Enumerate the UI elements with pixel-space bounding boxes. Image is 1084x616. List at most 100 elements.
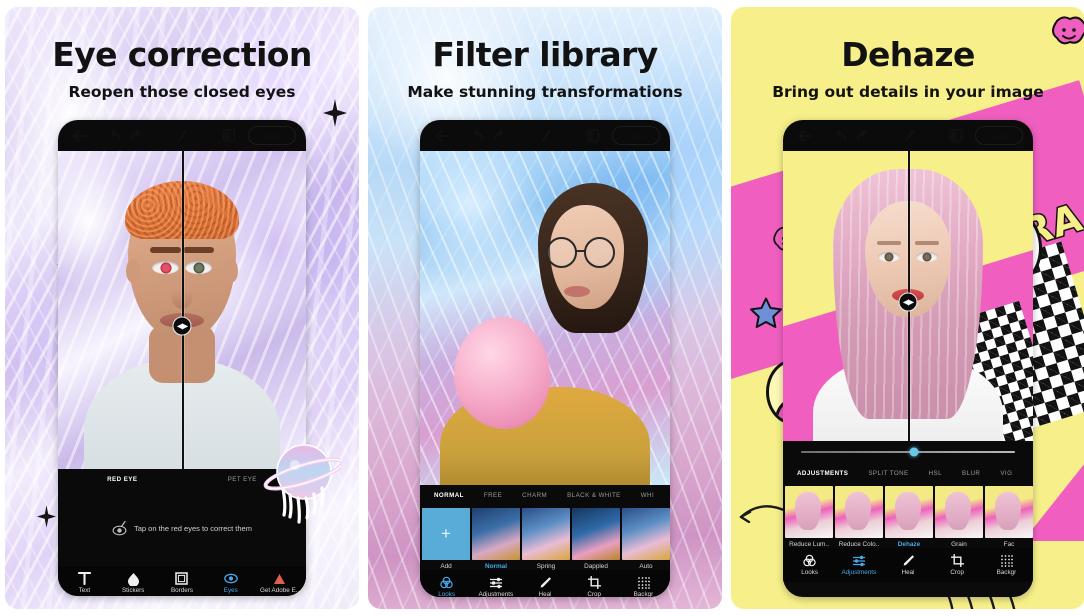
next-button[interactable]: Next <box>975 126 1023 145</box>
looks-icon <box>803 554 816 567</box>
nav-label-eyes: Eyes <box>223 587 238 594</box>
nav-item-borders[interactable]: Borders <box>158 572 207 594</box>
phone-mock-3: Next ◀▶ ADJUSTMENTS SPLIT TONE HSL BLUR … <box>783 120 1033 597</box>
photo-canvas-3[interactable]: ◀▶ <box>783 151 1033 441</box>
tab-adjustments[interactable]: ADJUSTMENTS <box>787 470 858 477</box>
tab-free[interactable]: FREE <box>474 492 512 499</box>
compare-button[interactable] <box>937 129 975 142</box>
adjustments-icon <box>489 576 503 589</box>
nav-item-heal[interactable]: Heal <box>520 576 569 597</box>
filter-label-auto: Auto <box>639 563 653 570</box>
compare-button[interactable] <box>574 129 612 142</box>
nav-label-heal: Heal <box>538 591 552 597</box>
nav-item-heal[interactable]: Heal <box>883 554 932 576</box>
adjustment-thumbnail-strip[interactable]: Reduce Lum.. Reduce Colo.. Dehaze Grain <box>783 484 1033 548</box>
undo-icon[interactable] <box>108 130 121 141</box>
red-eye-hint-text: Tap on the red eyes to correct them <box>134 523 252 533</box>
nav-label-crop: Crop <box>950 569 965 576</box>
back-button[interactable] <box>68 129 92 142</box>
nav-label-adjustments: Adjustments <box>478 591 514 597</box>
adjustment-reduce-color[interactable]: Reduce Colo.. <box>835 486 883 548</box>
magic-wand-button[interactable] <box>524 129 568 143</box>
tab-vignette[interactable]: VIG <box>990 470 1022 477</box>
tab-red-eye[interactable]: RED EYE <box>98 476 146 483</box>
filter-auto[interactable]: Auto <box>622 508 670 570</box>
adjustment-category-tabs[interactable]: ADJUSTMENTS SPLIT TONE HSL BLUR VIG <box>783 463 1033 484</box>
background-icon <box>637 576 650 589</box>
magic-wand-button[interactable] <box>887 129 931 143</box>
dehaze-slider-row[interactable] <box>783 441 1033 463</box>
panel-dehaze: RA Dehaze Bring out details in your imag… <box>731 7 1084 609</box>
compare-button[interactable] <box>210 129 248 142</box>
adjustment-label-1: Reduce Colo.. <box>838 541 880 548</box>
tab-charm[interactable]: CHARM <box>512 492 557 499</box>
adjustment-label-0: Reduce Lum.. <box>789 541 829 548</box>
looks-icon <box>440 576 453 589</box>
tab-white[interactable]: WHI <box>631 492 664 499</box>
adjustment-label-3: Grain <box>951 541 967 548</box>
dehaze-slider-knob[interactable] <box>909 447 919 457</box>
before-after-handle[interactable]: ◀▶ <box>172 316 192 336</box>
nav-item-adjustments[interactable]: Adjustments <box>471 576 520 597</box>
compare-icon <box>950 129 962 142</box>
magic-wand-button[interactable] <box>161 129 204 143</box>
tab-normal[interactable]: NORMAL <box>424 492 474 499</box>
nav-item-background[interactable]: Backgr <box>619 576 668 597</box>
nav-item-get-adobe[interactable]: Get Adobe E.. <box>255 572 304 594</box>
undo-icon[interactable] <box>471 130 484 141</box>
nav-item-eyes[interactable]: Eyes <box>206 572 255 594</box>
next-button[interactable]: Next <box>248 126 297 145</box>
background-icon <box>1000 554 1013 567</box>
tab-hsl[interactable]: HSL <box>919 470 952 477</box>
editor-toolbar-2: Next <box>420 120 670 151</box>
filter-label-spring: Spring <box>536 563 556 570</box>
tab-split-tone[interactable]: SPLIT TONE <box>858 470 918 477</box>
adjustment-reduce-luminance[interactable]: Reduce Lum.. <box>785 486 833 548</box>
nav-item-crop[interactable]: Crop <box>570 576 619 597</box>
undo-icon[interactable] <box>834 130 847 141</box>
tool-panel-3: ADJUSTMENTS SPLIT TONE HSL BLUR VIG Redu… <box>783 441 1033 582</box>
next-button[interactable]: Next <box>612 126 660 145</box>
tool-panel-1: RED EYE PET EYE Tap on the red eyes to c… <box>58 469 306 596</box>
nav-item-looks[interactable]: Looks <box>785 554 834 576</box>
nav-item-background[interactable]: Backgr <box>982 554 1031 576</box>
adjustment-grain[interactable]: Grain <box>935 486 983 548</box>
nav-label-looks: Looks <box>438 591 455 597</box>
back-arrow-icon <box>435 129 450 142</box>
portrait-image-2 <box>420 151 670 485</box>
filter-add[interactable]: + Add <box>422 508 470 570</box>
magic-wand-icon <box>904 129 914 142</box>
screenshot-root: Eye correction Reopen those closed eyes <box>0 0 1084 616</box>
filter-normal[interactable]: Normal <box>472 508 520 570</box>
nav-item-crop[interactable]: Crop <box>933 554 982 576</box>
dehaze-slider-track[interactable] <box>801 447 1015 457</box>
panel2-title: Filter library <box>432 35 658 74</box>
before-after-handle[interactable]: ◀▶ <box>898 292 918 312</box>
back-button[interactable] <box>430 129 455 142</box>
photo-canvas-2[interactable] <box>420 151 670 485</box>
tab-blur[interactable]: BLUR <box>952 470 990 477</box>
panel1-subtitle: Reopen those closed eyes <box>68 83 296 101</box>
nav-label-get-adobe: Get Adobe E.. <box>259 587 300 594</box>
add-filter-icon: + <box>422 508 470 560</box>
filter-dappled[interactable]: Dappled <box>572 508 620 570</box>
filter-spring[interactable]: Spring <box>522 508 570 570</box>
nav-item-looks[interactable]: Looks <box>422 576 471 597</box>
nav-item-text[interactable]: Text <box>60 572 109 594</box>
tab-black-and-white[interactable]: BLACK & WHITE <box>557 492 631 499</box>
tab-pet-eye[interactable]: PET EYE <box>219 476 266 483</box>
redo-icon[interactable] <box>856 130 869 141</box>
adjustment-dehaze[interactable]: Dehaze <box>885 486 933 548</box>
nav-item-adjustments[interactable]: Adjustments <box>834 554 883 576</box>
adjustment-face[interactable]: Fac <box>985 486 1033 548</box>
phone-mock-1: Next ◀▶ RED EYE PET EYE Tap on the red e… <box>58 120 306 596</box>
nav-item-stickers[interactable]: Stickers <box>109 572 158 594</box>
redo-icon[interactable] <box>130 130 143 141</box>
adjustment-label-2: Dehaze <box>897 541 921 548</box>
redo-icon[interactable] <box>493 130 506 141</box>
filter-thumbnail-strip[interactable]: + Add Normal Spring Dappled Auto <box>420 506 670 570</box>
filter-category-tabs[interactable]: NORMAL FREE CHARM BLACK & WHITE WHI <box>420 485 670 506</box>
photo-canvas-1[interactable]: ◀▶ <box>58 151 306 469</box>
nav-label-background: Backgr <box>996 569 1017 576</box>
back-button[interactable] <box>793 129 818 142</box>
